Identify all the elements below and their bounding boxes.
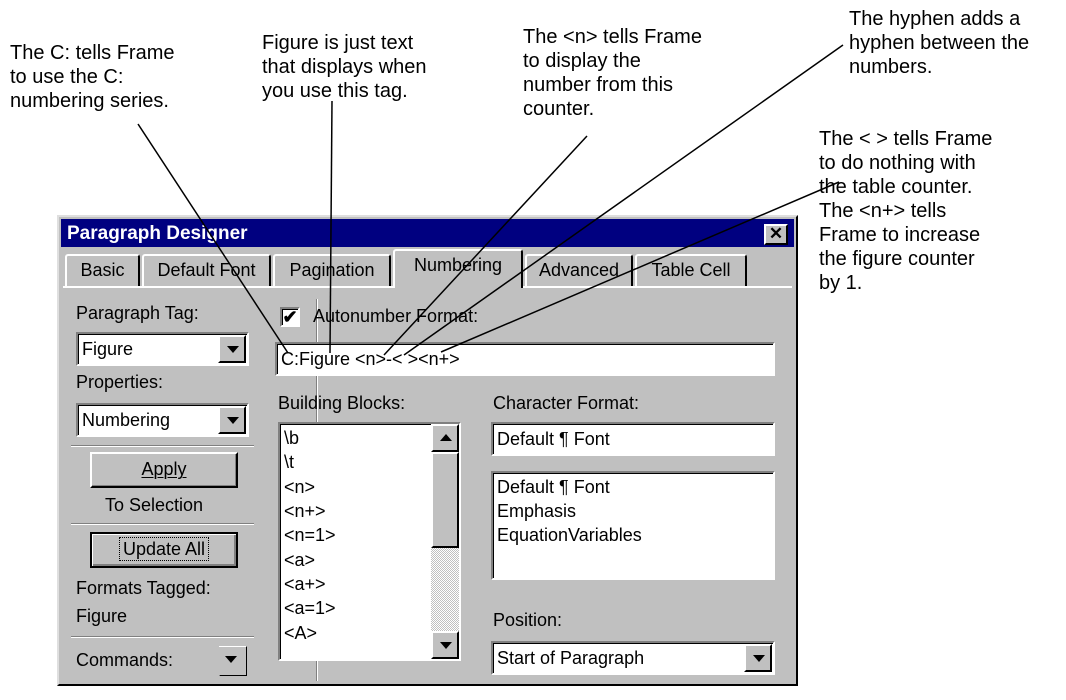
properties-label: Properties: — [76, 372, 164, 392]
paragraph-tag-label: Paragraph Tag: — [76, 303, 199, 323]
character-format-input[interactable]: Default ¶ Font — [491, 422, 775, 456]
chevron-down-icon[interactable] — [744, 644, 772, 672]
building-blocks-label: Building Blocks: — [278, 393, 406, 413]
list-item[interactable]: Default ¶ Font — [497, 476, 610, 498]
callout-c-tag: The C: tells Frame to use the C: numberi… — [10, 42, 175, 112]
chevron-down-icon[interactable] — [218, 406, 246, 434]
list-item[interactable]: \b — [284, 427, 299, 449]
commands-label: Commands: — [76, 650, 174, 670]
position-value: Start of Paragraph — [497, 648, 645, 668]
scroll-up-icon[interactable] — [431, 424, 459, 452]
paragraph-designer-dialog: Paragraph Designer ✕ Basic Default Font … — [57, 215, 798, 686]
position-label: Position: — [493, 610, 563, 630]
divider — [71, 636, 254, 638]
tab-advanced[interactable]: Advanced — [525, 254, 633, 286]
tab-basic[interactable]: Basic — [65, 254, 140, 286]
character-format-label: Character Format: — [493, 393, 640, 413]
tab-default-font[interactable]: Default Font — [142, 254, 271, 286]
formats-tagged-label: Formats Tagged: — [76, 578, 211, 598]
checkmark-icon: ✔ — [282, 307, 298, 327]
title-bar: Paragraph Designer ✕ — [61, 219, 794, 247]
update-all-label: Update All — [118, 537, 210, 561]
apply-button-label: Apply — [141, 459, 187, 479]
chevron-down-icon[interactable] — [218, 335, 246, 363]
building-blocks-scrollbar[interactable] — [431, 424, 459, 659]
list-item[interactable]: <A> — [284, 622, 317, 644]
autonumber-checkbox[interactable]: ✔ — [280, 307, 300, 327]
chevron-down-icon — [218, 647, 246, 675]
list-item[interactable]: <n+> — [284, 500, 326, 522]
dialog-title: Paragraph Designer — [67, 223, 248, 244]
callout-figure-text: Figure is just text that displays when y… — [262, 32, 427, 102]
list-item[interactable]: <a> — [284, 549, 315, 571]
list-item[interactable]: <a+> — [284, 573, 326, 595]
paragraph-tag-select[interactable]: Figure — [76, 332, 249, 366]
list-item[interactable]: EquationVariables — [497, 524, 642, 546]
close-icon: ✕ — [768, 224, 784, 243]
tab-table-cell[interactable]: Table Cell — [635, 254, 747, 286]
paragraph-tag-value: Figure — [82, 339, 134, 359]
scroll-thumb[interactable] — [431, 452, 459, 548]
callout-n-tag: The <n> tells Frame to display the numbe… — [523, 26, 702, 120]
character-format-list[interactable]: Default ¶ Font Emphasis EquationVariable… — [491, 471, 775, 580]
formats-tagged-value: Figure — [76, 606, 128, 626]
list-item[interactable]: Emphasis — [497, 500, 576, 522]
to-selection-label: To Selection — [105, 495, 204, 515]
tab-numbering[interactable]: Numbering — [393, 249, 523, 288]
properties-value: Numbering — [82, 410, 171, 430]
list-item[interactable]: <a=1> — [284, 597, 336, 619]
list-item[interactable]: <n> — [284, 476, 315, 498]
tab-pagination[interactable]: Pagination — [273, 254, 391, 286]
callout-hyphen: The hyphen adds a hyphen between the num… — [849, 8, 1030, 78]
commands-dropdown[interactable] — [218, 646, 247, 676]
divider — [71, 523, 254, 525]
position-select[interactable]: Start of Paragraph — [491, 641, 775, 675]
building-blocks-list[interactable]: \b \t <n> <n+> <n=1> <a> <a+> <a=1> <A> — [278, 422, 461, 661]
list-item[interactable]: \t — [284, 451, 294, 473]
callout-table-counter: The < > tells Frame to do nothing with t… — [819, 128, 993, 294]
autonumber-format-label: Autonumber Format: — [313, 306, 479, 326]
scroll-down-icon[interactable] — [431, 631, 459, 659]
list-item[interactable]: <n=1> — [284, 524, 336, 546]
divider — [71, 445, 254, 447]
properties-select[interactable]: Numbering — [76, 403, 249, 437]
close-button[interactable]: ✕ — [764, 224, 788, 245]
apply-button[interactable]: Apply — [90, 452, 238, 488]
autonumber-format-input[interactable]: C:Figure <n>-< ><n+> — [275, 342, 775, 376]
update-all-button[interactable]: Update All — [90, 532, 238, 568]
